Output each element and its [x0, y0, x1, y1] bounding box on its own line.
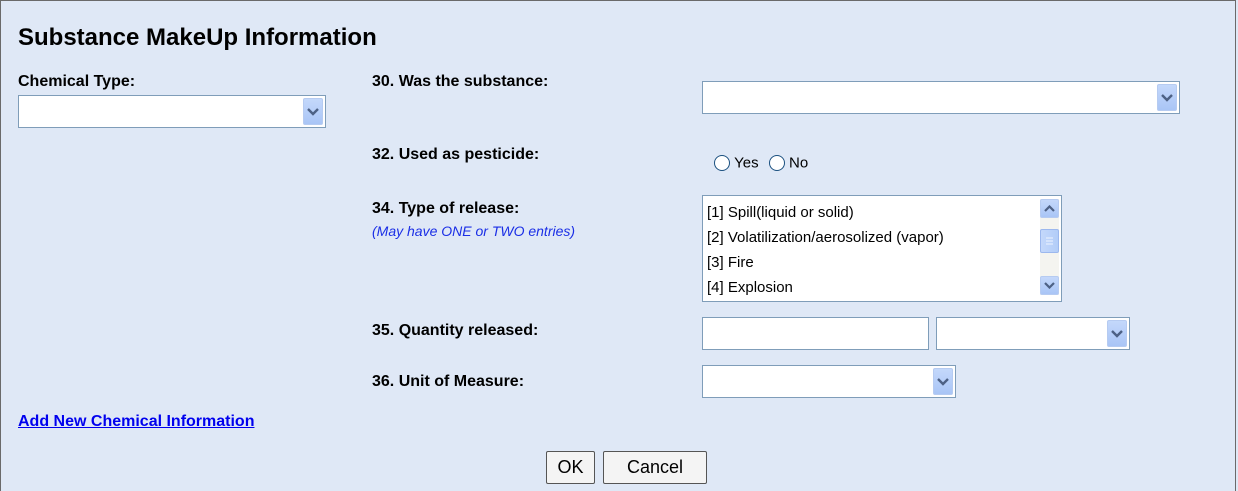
listbox-scrollbar[interactable]: [1040, 199, 1059, 295]
q34-label: 34. Type of release:: [372, 200, 520, 217]
chevron-down-icon[interactable]: [933, 368, 953, 395]
list-item[interactable]: [4] Explosion: [703, 275, 1061, 300]
quantity-unit-select[interactable]: [936, 317, 1130, 350]
pesticide-yes-label: Yes: [734, 154, 759, 172]
pesticide-radio-group: Yes No: [714, 154, 808, 172]
chevron-down-icon[interactable]: [1157, 84, 1177, 111]
page-title: Substance MakeUp Information: [18, 24, 377, 51]
pesticide-yes-radio[interactable]: [714, 155, 730, 172]
list-item[interactable]: [2] Volatilization/aerosolized (vapor): [703, 225, 1061, 250]
unit-of-measure-select[interactable]: [702, 365, 956, 398]
chevron-down-icon[interactable]: [303, 98, 323, 125]
scroll-thumb[interactable]: [1040, 229, 1059, 253]
chevron-down-icon[interactable]: [1107, 320, 1127, 347]
q34-note: (May have ONE or TWO entries): [372, 223, 576, 239]
list-item[interactable]: [1] Spill(liquid or solid): [703, 200, 1061, 225]
chemical-type-select[interactable]: [18, 95, 326, 128]
pesticide-no-radio[interactable]: [768, 155, 785, 172]
q36-label: 36. Unit of Measure:: [372, 373, 525, 390]
pesticide-no-label: No: [789, 154, 809, 172]
ok-button[interactable]: OK: [546, 451, 595, 484]
chemical-type-label: Chemical Type:: [18, 73, 136, 90]
q30-label: 30. Was the substance:: [372, 73, 549, 90]
q30-select[interactable]: [702, 81, 1180, 114]
quantity-input[interactable]: [702, 317, 929, 350]
q35-label: 35. Quantity released:: [372, 322, 539, 339]
add-chemical-link[interactable]: Add New Chemical Information: [18, 413, 254, 431]
list-item[interactable]: [3] Fire: [703, 250, 1061, 275]
release-type-listbox[interactable]: [1] Spill(liquid or solid) [2] Volatiliz…: [702, 195, 1062, 302]
scroll-up-icon[interactable]: [1040, 199, 1059, 218]
scroll-down-icon[interactable]: [1040, 276, 1059, 295]
q32-label: 32. Used as pesticide:: [372, 146, 540, 163]
cancel-button[interactable]: Cancel: [603, 451, 707, 484]
